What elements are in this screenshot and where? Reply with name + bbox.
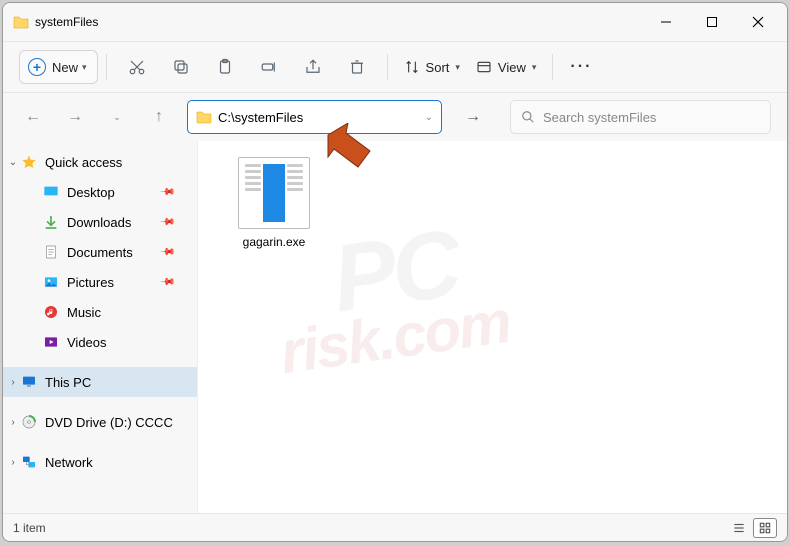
view-icon <box>476 59 492 75</box>
sidebar-quick-access[interactable]: ⌄ Quick access <box>3 147 197 177</box>
sidebar-item-label: Downloads <box>67 215 131 230</box>
file-name: gagarin.exe <box>243 235 306 249</box>
sidebar-this-pc[interactable]: › This PC <box>3 367 197 397</box>
pin-icon: 📌 <box>158 214 175 231</box>
new-label: New <box>52 60 78 75</box>
new-button[interactable]: + New ▾ <box>19 50 98 84</box>
sidebar-item-label: Videos <box>67 335 107 350</box>
chevron-down-icon: ⌄ <box>425 112 433 123</box>
program-icon <box>238 157 310 229</box>
titlebar: systemFiles <box>3 3 787 41</box>
chevron-down-icon: ▾ <box>455 62 460 73</box>
sidebar-item-documents[interactable]: Documents 📌 <box>3 237 197 267</box>
more-button[interactable]: ··· <box>561 58 601 76</box>
sidebar-label: Quick access <box>45 155 122 170</box>
explorer-window: systemFiles + New ▾ Sort ▾ View ▾ ··· <box>2 2 788 542</box>
search-icon <box>521 110 535 124</box>
address-bar[interactable]: C:\systemFiles ⌄ <box>187 100 442 134</box>
sidebar-item-downloads[interactable]: Downloads 📌 <box>3 207 197 237</box>
music-icon <box>43 304 59 320</box>
sidebar-network[interactable]: › Network <box>3 447 197 477</box>
rename-button[interactable] <box>247 50 291 84</box>
file-item[interactable]: gagarin.exe <box>230 157 318 249</box>
sort-button[interactable]: Sort ▾ <box>396 50 468 84</box>
disc-icon <box>21 414 37 430</box>
view-button[interactable]: View ▾ <box>468 50 544 84</box>
close-button[interactable] <box>735 7 781 37</box>
sort-icon <box>404 59 420 75</box>
view-label: View <box>498 60 526 75</box>
window-title: systemFiles <box>35 15 643 29</box>
chevron-right-icon: › <box>7 377 19 388</box>
paste-button[interactable] <box>203 50 247 84</box>
folder-icon <box>196 110 212 124</box>
sidebar-item-desktop[interactable]: Desktop 📌 <box>3 177 197 207</box>
back-button[interactable]: ← <box>19 103 47 131</box>
desktop-icon <box>43 184 59 200</box>
separator <box>387 54 388 80</box>
sidebar-item-pictures[interactable]: Pictures 📌 <box>3 267 197 297</box>
cut-button[interactable] <box>115 50 159 84</box>
body: ⌄ Quick access Desktop 📌 Downloads 📌 Doc… <box>3 141 787 513</box>
chevron-down-icon: ▾ <box>82 62 87 73</box>
copy-button[interactable] <box>159 50 203 84</box>
sidebar-item-label: Documents <box>67 245 133 260</box>
chevron-right-icon: › <box>7 457 19 468</box>
search-placeholder: Search systemFiles <box>543 110 656 125</box>
sidebar-label: DVD Drive (D:) CCCC <box>45 415 173 430</box>
document-icon <box>43 244 59 260</box>
sidebar: ⌄ Quick access Desktop 📌 Downloads 📌 Doc… <box>3 141 198 513</box>
separator <box>552 54 553 80</box>
chevron-down-icon: ⌄ <box>7 157 19 168</box>
up-button[interactable]: ↑ <box>145 103 173 131</box>
star-icon <box>21 154 37 170</box>
pin-icon: 📌 <box>158 274 175 291</box>
pictures-icon <box>43 274 59 290</box>
recent-chevron[interactable]: ⌄ <box>103 103 131 131</box>
folder-icon <box>13 15 29 29</box>
go-refresh-button[interactable]: → <box>456 100 490 134</box>
chevron-down-icon: ▾ <box>532 62 537 73</box>
pin-icon: 📌 <box>158 184 175 201</box>
sidebar-label: Network <box>45 455 93 470</box>
navigation-bar: ← → ⌄ ↑ C:\systemFiles ⌄ → Search system… <box>3 93 787 141</box>
toolbar: + New ▾ Sort ▾ View ▾ ··· <box>3 41 787 93</box>
monitor-icon <box>21 374 37 390</box>
sidebar-dvd-drive[interactable]: › DVD Drive (D:) CCCC <box>3 407 197 437</box>
network-icon <box>21 454 37 470</box>
maximize-button[interactable] <box>689 7 735 37</box>
sort-label: Sort <box>426 60 450 75</box>
sidebar-item-label: Pictures <box>67 275 114 290</box>
sidebar-item-videos[interactable]: Videos <box>3 327 197 357</box>
icons-view-button[interactable] <box>753 518 777 538</box>
videos-icon <box>43 334 59 350</box>
sidebar-label: This PC <box>45 375 91 390</box>
sidebar-item-label: Desktop <box>67 185 115 200</box>
download-icon <box>43 214 59 230</box>
minimize-button[interactable] <box>643 7 689 37</box>
details-view-button[interactable] <box>727 518 751 538</box>
chevron-right-icon: › <box>7 417 19 428</box>
status-bar: 1 item <box>3 513 787 541</box>
delete-button[interactable] <box>335 50 379 84</box>
separator <box>106 54 107 80</box>
forward-button[interactable]: → <box>61 103 89 131</box>
share-button[interactable] <box>291 50 335 84</box>
pin-icon: 📌 <box>158 244 175 261</box>
item-count: 1 item <box>13 521 46 535</box>
content-area[interactable]: gagarin.exe <box>198 141 787 513</box>
plus-icon: + <box>28 58 46 76</box>
sidebar-item-music[interactable]: Music <box>3 297 197 327</box>
search-input[interactable]: Search systemFiles <box>510 100 771 134</box>
address-path: C:\systemFiles <box>218 110 425 125</box>
sidebar-item-label: Music <box>67 305 101 320</box>
